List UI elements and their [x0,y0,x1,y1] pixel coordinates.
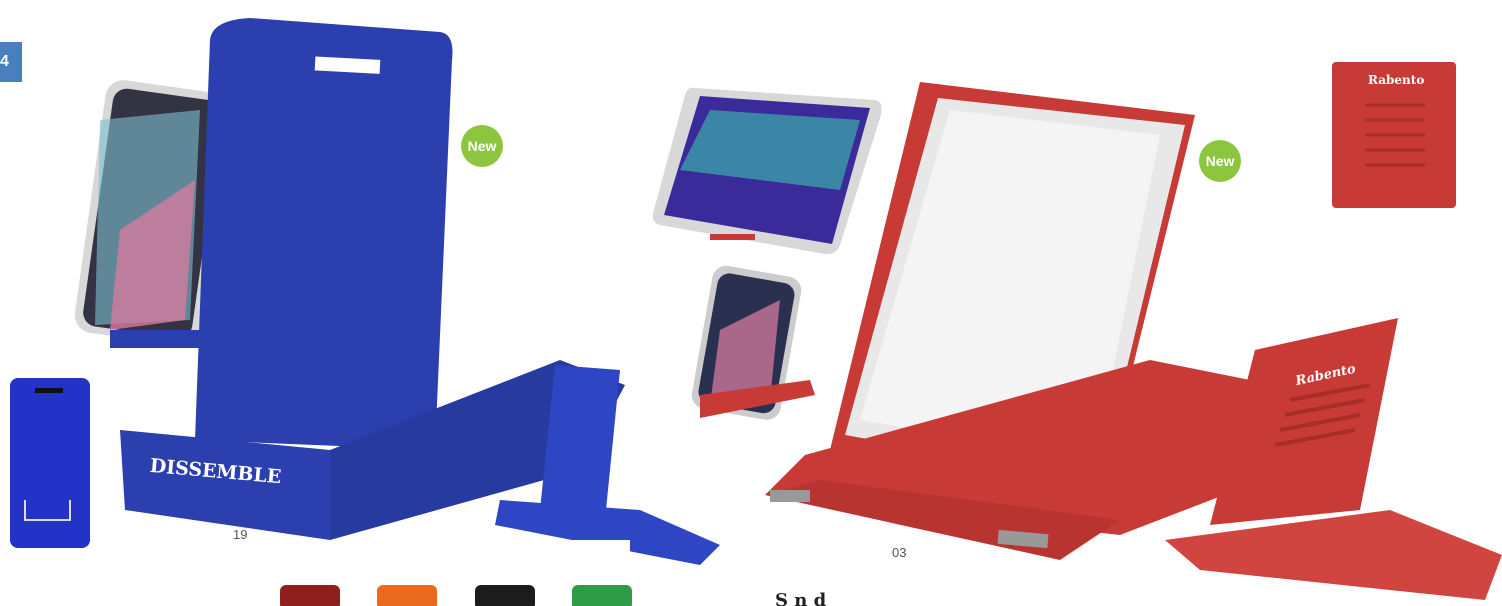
red-stand-illustration: Rabento Rabento S n d [652,62,1502,606]
new-badge-red: New [1199,140,1241,182]
folded-stand-blue [10,378,90,548]
product-code-blue: 19 [233,527,248,542]
svg-text:Rabento: Rabento [1368,73,1424,87]
tablet-image [652,87,882,255]
blue-stand-backplate [195,18,453,450]
phone-image-right [691,265,815,420]
svg-text:S n d: S n d [775,590,827,606]
color-swatches [280,585,632,606]
product-code-red: 03 [892,545,907,560]
new-badge-blue: New [461,125,503,167]
blue-stand-base-front [120,430,330,540]
red-stand-mini [1210,318,1398,525]
